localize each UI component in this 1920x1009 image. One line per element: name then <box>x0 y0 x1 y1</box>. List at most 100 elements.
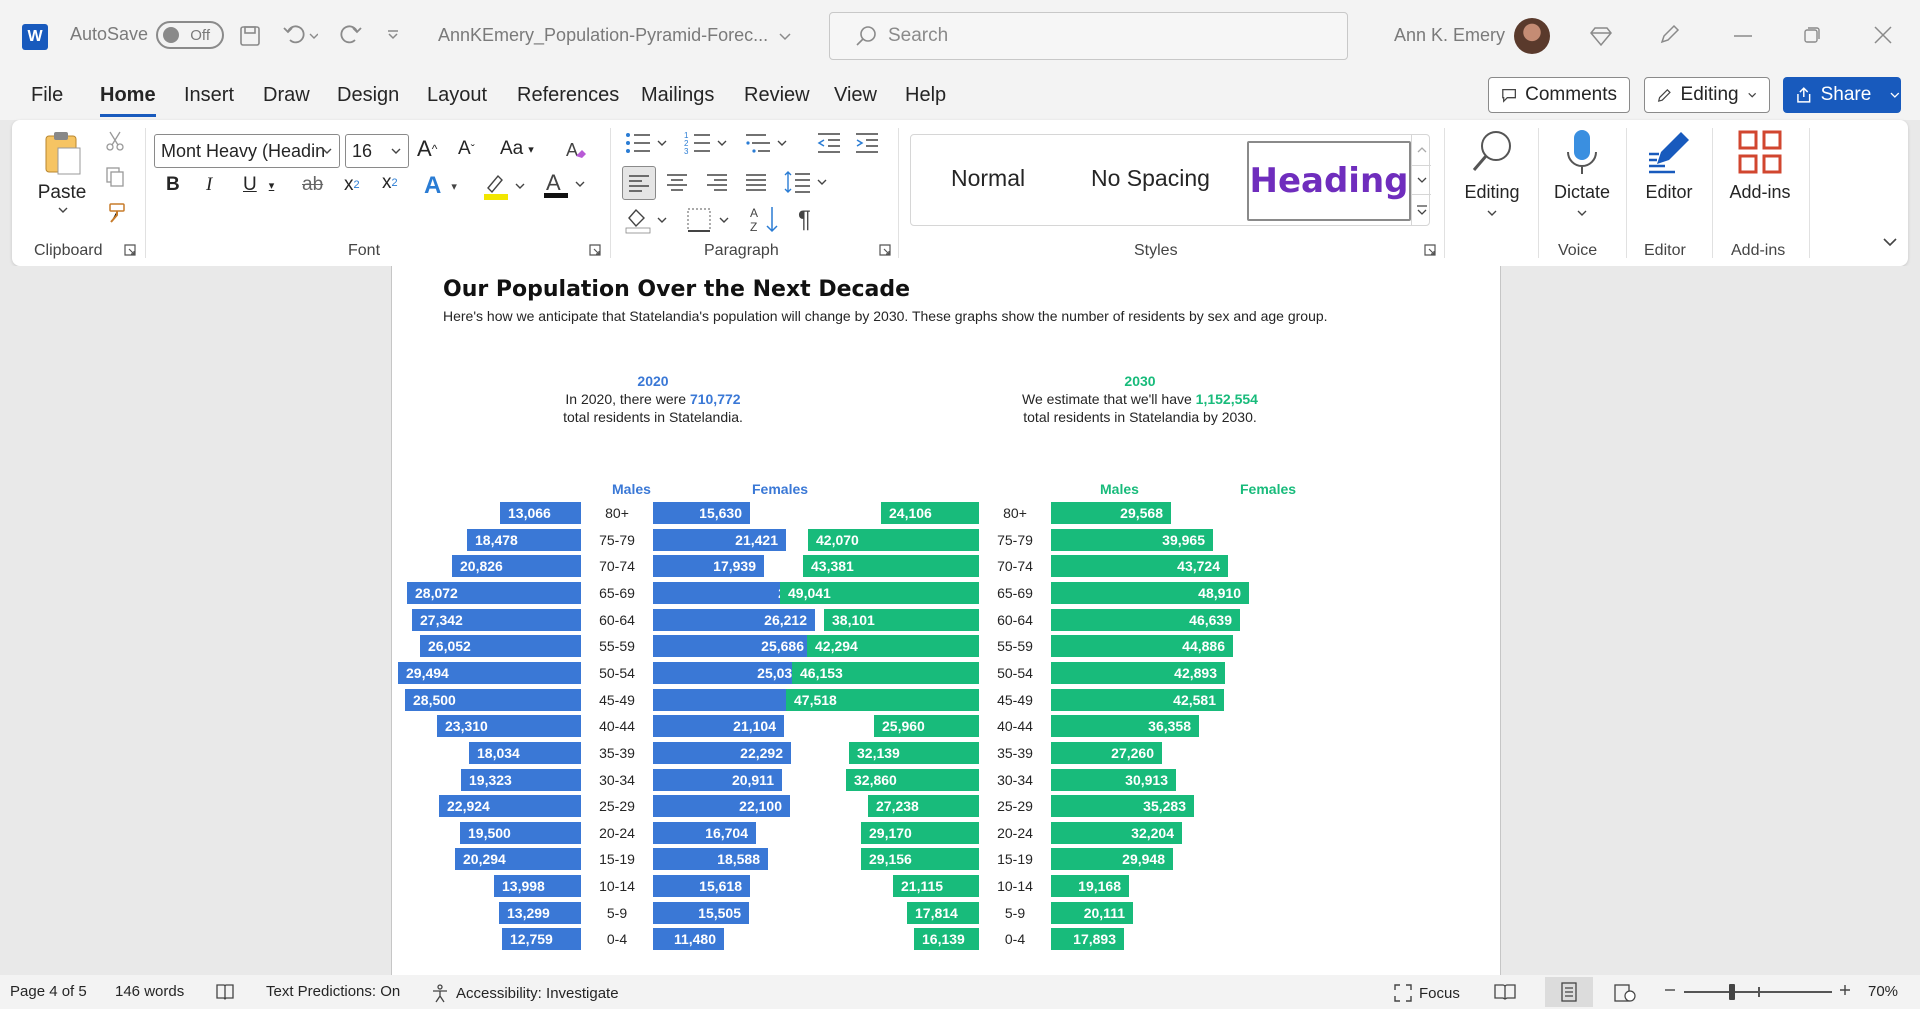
page-count[interactable]: Page 4 of 5 <box>10 983 87 1000</box>
shading-icon[interactable] <box>624 206 670 234</box>
bullets-icon[interactable] <box>624 130 670 156</box>
editing-button[interactable]: Editing <box>1452 128 1532 217</box>
dialog-launcher-icon[interactable] <box>879 244 891 256</box>
zoom-level[interactable]: 70% <box>1868 983 1898 1000</box>
focus-mode[interactable]: Focus <box>1393 983 1460 1003</box>
clear-formatting-icon[interactable]: A <box>564 138 588 162</box>
tab-file[interactable]: File <box>31 84 63 107</box>
pyramid-2030-age-label: 30-34 <box>997 772 1033 788</box>
superscript-icon[interactable]: x2 <box>382 172 398 194</box>
increase-indent-icon[interactable] <box>854 130 880 156</box>
tab-layout[interactable]: Layout <box>427 84 487 107</box>
ribbon: Paste Clipboard Mont Heavy (Headin 16 A ^… <box>12 120 1908 266</box>
read-mode-icon[interactable] <box>1494 983 1516 1001</box>
paste-clipboard-icon[interactable] <box>40 130 86 176</box>
tab-draw[interactable]: Draw <box>263 84 310 107</box>
borders-icon[interactable] <box>686 206 732 234</box>
cut-icon[interactable] <box>104 130 126 152</box>
zoom-in-icon[interactable] <box>1838 983 1852 997</box>
editor-button[interactable]: Editor <box>1629 128 1709 203</box>
show-formatting-marks-icon[interactable]: ¶ <box>798 206 811 234</box>
pyramid-2030-age-label: 10-14 <box>997 878 1033 894</box>
share-icon <box>1797 87 1811 103</box>
style-no-spacing[interactable]: No Spacing <box>1091 165 1210 192</box>
dialog-launcher-icon[interactable] <box>124 244 136 256</box>
underline-icon[interactable]: U ▾ <box>243 174 274 196</box>
customize-qat-icon[interactable] <box>386 28 400 42</box>
subscript-icon[interactable]: x2 <box>344 174 360 196</box>
word-count[interactable]: 146 words <box>115 983 184 1000</box>
diamond-icon[interactable] <box>1589 24 1613 48</box>
web-layout-icon[interactable] <box>1614 983 1636 1003</box>
collapse-ribbon-icon[interactable] <box>1882 236 1898 248</box>
font-color-icon[interactable]: A <box>542 170 588 200</box>
editing-mode-button[interactable]: Editing <box>1644 77 1770 113</box>
sort-icon[interactable]: AZ <box>750 204 780 234</box>
dialog-launcher-icon[interactable] <box>1424 244 1436 256</box>
italic-icon[interactable]: I <box>206 174 212 196</box>
highlight-color-icon[interactable] <box>482 172 528 202</box>
change-case-icon[interactable]: Aa ▾ <box>500 138 534 160</box>
dialog-launcher-icon[interactable] <box>589 244 601 256</box>
tab-home[interactable]: Home <box>100 84 156 117</box>
comments-button[interactable]: Comments <box>1488 77 1630 113</box>
undo-icon[interactable] <box>282 22 318 48</box>
save-icon[interactable] <box>238 24 262 48</box>
grow-font-icon[interactable]: A ^ <box>417 136 437 162</box>
align-center-icon[interactable] <box>666 172 688 192</box>
align-left-icon[interactable] <box>622 166 656 200</box>
print-layout-icon[interactable] <box>1545 977 1593 1007</box>
paste-button[interactable]: Paste <box>38 182 87 204</box>
pyramid-2020-age-label: 25-29 <box>599 798 635 814</box>
proofing-status[interactable] <box>215 983 235 1001</box>
zoom-slider-thumb[interactable] <box>1729 984 1735 1000</box>
decrease-indent-icon[interactable] <box>816 130 842 156</box>
redo-icon[interactable] <box>337 22 363 48</box>
user-name[interactable]: Ann K. Emery <box>1394 25 1505 46</box>
styles-more-icon[interactable] <box>1412 195 1431 225</box>
tab-mailings[interactable]: Mailings <box>641 84 714 107</box>
share-button[interactable]: Share <box>1783 77 1901 113</box>
pyramid-2030-male-bar: 38,101 <box>824 609 979 631</box>
addins-button[interactable]: Add-ins <box>1715 128 1805 203</box>
numbering-icon[interactable]: 123 <box>684 130 730 156</box>
restore-icon[interactable] <box>1803 26 1821 44</box>
text-effects-icon[interactable]: A ▾ <box>424 172 457 200</box>
bold-icon[interactable]: B <box>166 174 180 196</box>
justify-icon[interactable] <box>745 172 767 192</box>
style-normal[interactable]: Normal <box>951 165 1025 192</box>
line-spacing-icon[interactable] <box>784 168 830 196</box>
document-page[interactable]: Our Population Over the Next Decade Here… <box>391 266 1501 975</box>
shrink-font-icon[interactable]: Aˇ <box>458 138 475 160</box>
tab-review[interactable]: Review <box>744 84 810 107</box>
tab-insert[interactable]: Insert <box>184 84 234 107</box>
tab-view[interactable]: View <box>834 84 877 107</box>
autosave-toggle[interactable]: Off <box>156 21 224 49</box>
font-group-label: Font <box>348 242 381 259</box>
scroll-down-icon[interactable] <box>1412 165 1431 195</box>
document-name[interactable]: AnnKEmery_Population-Pyramid-Forec... <box>438 25 794 46</box>
format-painter-icon[interactable] <box>104 202 128 226</box>
paste-chevron-icon[interactable] <box>58 206 68 214</box>
zoom-out-icon[interactable] <box>1663 983 1677 997</box>
minimize-icon[interactable] <box>1734 34 1752 38</box>
multilevel-list-icon[interactable] <box>744 130 790 156</box>
dictate-button[interactable]: Dictate <box>1542 128 1622 217</box>
font-size-dropdown[interactable]: 16 <box>345 134 409 168</box>
search-box[interactable]: Search <box>829 12 1348 60</box>
tab-references[interactable]: References <box>517 84 619 107</box>
text-predictions[interactable]: Text Predictions: On <box>266 983 400 1000</box>
pyramid-2030-age-label: 60-64 <box>997 612 1033 628</box>
font-name-dropdown[interactable]: Mont Heavy (Headin <box>154 134 340 168</box>
tab-design[interactable]: Design <box>337 84 399 107</box>
strikethrough-icon[interactable]: ab <box>302 174 323 196</box>
close-icon[interactable] <box>1874 26 1892 44</box>
tab-help[interactable]: Help <box>905 84 946 107</box>
avatar[interactable] <box>1514 18 1550 54</box>
designer-pen-icon[interactable] <box>1658 22 1682 46</box>
accessibility-status[interactable]: Accessibility: Investigate <box>430 983 619 1003</box>
copy-icon[interactable] <box>104 166 126 188</box>
scroll-up-icon[interactable] <box>1412 135 1431 165</box>
align-right-icon[interactable] <box>706 172 728 192</box>
style-heading[interactable]: Heading <box>1247 141 1411 221</box>
